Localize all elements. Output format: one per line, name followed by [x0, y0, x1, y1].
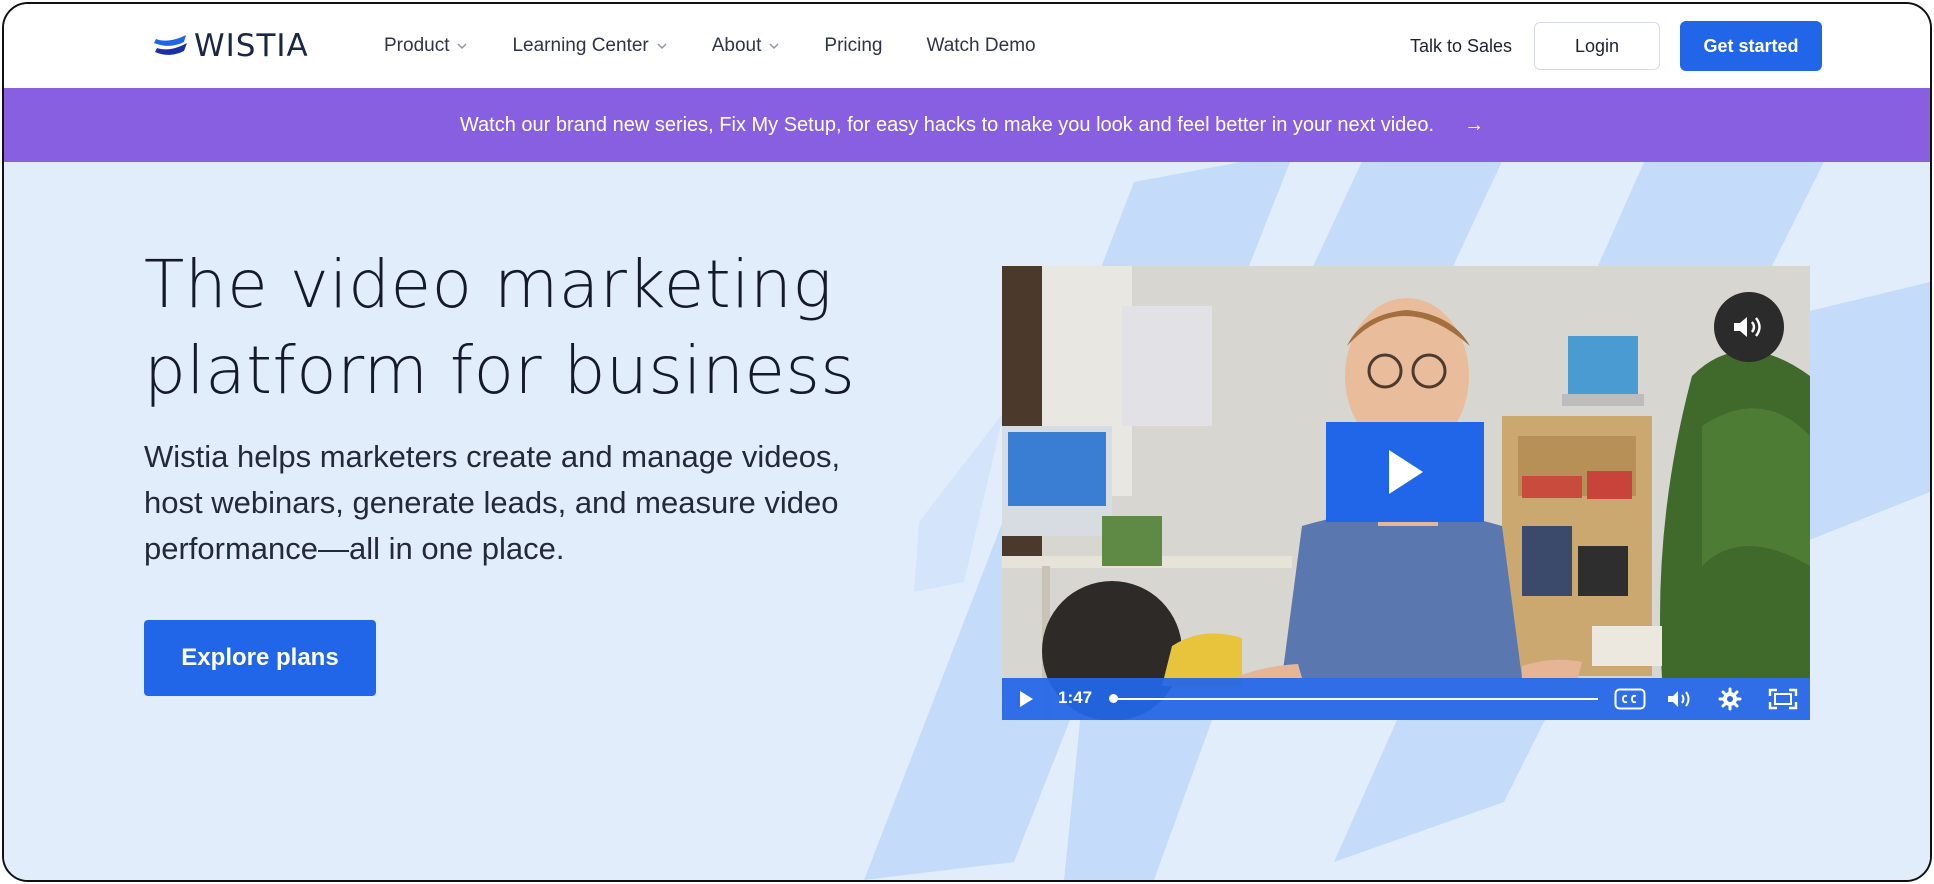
play-icon	[1389, 450, 1423, 494]
banner-text: Watch our brand new series, Fix My Setup…	[459, 113, 1435, 136]
video-player[interactable]: 1:47	[1002, 266, 1810, 720]
nav-pricing[interactable]: Pricing	[824, 35, 882, 57]
nav-pricing-label: Pricing	[824, 35, 883, 56]
chevron-down-icon	[657, 43, 667, 49]
main-nav: Product Learning Center About Pricing Wa…	[384, 4, 1080, 88]
nav-product-label: Product	[384, 35, 450, 56]
login-button[interactable]: Login	[1534, 22, 1660, 70]
unmute-button[interactable]	[1714, 292, 1784, 362]
wistia-logo[interactable]: WISTIA	[154, 28, 309, 64]
nav-learning-center-label: Learning Center	[512, 35, 649, 56]
hero-headline: The video marketing platform for busines…	[144, 242, 904, 414]
announcement-banner[interactable]: Watch our brand new series, Fix My Setup…	[4, 88, 1930, 162]
nav-learning-center[interactable]: Learning Center	[512, 35, 667, 57]
play-icon[interactable]	[1018, 689, 1034, 709]
logo-wordmark: WISTIA	[194, 28, 309, 64]
settings-icon[interactable]	[1718, 687, 1742, 711]
chevron-down-icon	[457, 43, 467, 49]
hero-subtext: Wistia helps marketers create and manage…	[144, 439, 841, 566]
wistia-mark-icon	[154, 35, 187, 55]
video-controls-bar: 1:47	[1002, 678, 1810, 720]
big-play-button[interactable]	[1326, 422, 1484, 522]
chevron-down-icon	[769, 43, 779, 49]
nav-watch-demo-label: Watch Demo	[926, 35, 1036, 56]
video-duration: 1:47	[1058, 688, 1093, 707]
browser-frame: WISTIA Product Learning Center About Pri…	[2, 2, 1932, 882]
nav-about-label: About	[711, 35, 762, 56]
nav-product[interactable]: Product	[384, 35, 468, 57]
nav-watch-demo[interactable]: Watch Demo	[926, 35, 1035, 57]
headline-line-2: platform for business	[144, 332, 856, 409]
hero-section: The video marketing platform for busines…	[4, 162, 1930, 880]
explore-plans-button[interactable]: Explore plans	[144, 620, 376, 696]
header-actions: Talk to Sales Login Get started	[1410, 21, 1822, 71]
arrow-right-icon: →	[1464, 113, 1485, 136]
nav-about[interactable]: About	[712, 35, 781, 57]
progress-handle[interactable]	[1109, 694, 1118, 703]
talk-to-sales-link[interactable]: Talk to Sales	[1410, 36, 1512, 57]
get-started-button[interactable]: Get started	[1680, 21, 1822, 71]
volume-icon	[1734, 317, 1761, 337]
headline-line-1: The video marketing	[144, 246, 833, 323]
closed-captions-icon[interactable]	[1614, 688, 1646, 710]
volume-icon[interactable]	[1666, 688, 1696, 710]
site-header: WISTIA Product Learning Center About Pri…	[4, 4, 1930, 88]
progress-bar[interactable]	[1112, 698, 1598, 700]
fullscreen-icon[interactable]	[1768, 688, 1798, 710]
